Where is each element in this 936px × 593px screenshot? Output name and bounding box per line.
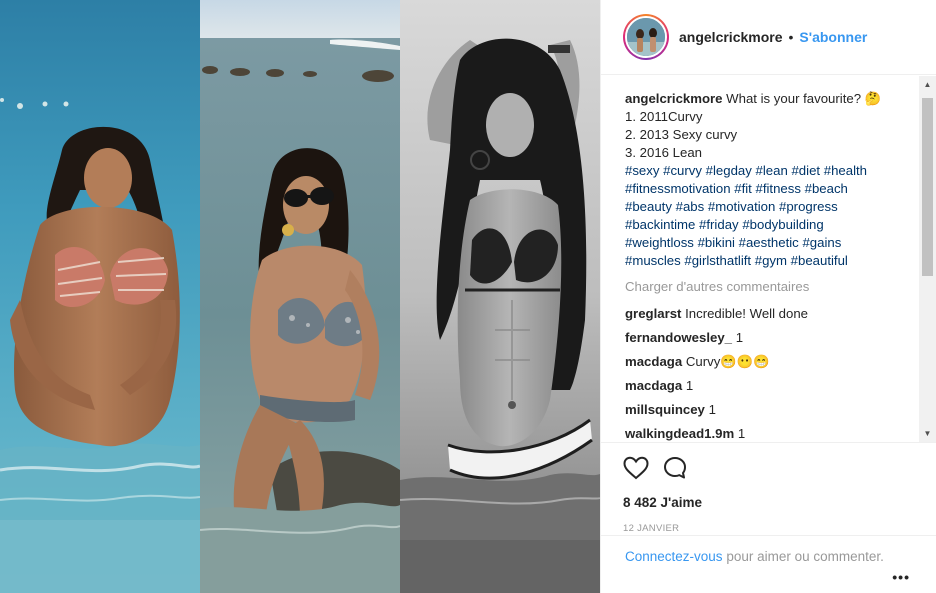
hashtag[interactable]: #muscles bbox=[625, 253, 681, 268]
post-date: 12 JANVIER bbox=[623, 523, 680, 534]
comment-username[interactable]: fernandowesley_ bbox=[625, 330, 732, 345]
comment-text: 1 bbox=[737, 426, 746, 441]
comments-scrollbar[interactable]: ▲ ▼ bbox=[919, 76, 936, 442]
comments-panel[interactable]: angelcrickmore What is your favourite? 🤔… bbox=[601, 76, 936, 442]
comment-username[interactable]: macdaga bbox=[625, 354, 682, 369]
hashtag[interactable]: #lean bbox=[756, 163, 788, 178]
comment-username[interactable]: greglarst bbox=[625, 306, 681, 321]
hashtag[interactable]: #health bbox=[824, 163, 867, 178]
hashtag[interactable]: #fitness bbox=[756, 181, 801, 196]
hashtag[interactable]: #sexy bbox=[625, 163, 659, 178]
caption-username[interactable]: angelcrickmore bbox=[625, 91, 723, 106]
hashtag[interactable]: #backintime bbox=[625, 217, 695, 232]
hashtag[interactable]: #friday bbox=[699, 217, 739, 232]
hashtag[interactable]: #fitnessmotivation bbox=[625, 181, 731, 196]
comment-text: 1 bbox=[685, 378, 694, 393]
hashtag[interactable]: #beauty bbox=[625, 199, 672, 214]
load-more-comments[interactable]: Charger d'autres commentaires bbox=[601, 270, 936, 298]
comment-list: greglarst Incredible! Well done fernando… bbox=[601, 298, 936, 442]
hashtag[interactable]: #beach bbox=[805, 181, 848, 196]
action-icons bbox=[623, 453, 936, 483]
photo-panel-2011 bbox=[0, 0, 200, 593]
comment-username[interactable]: macdaga bbox=[625, 378, 682, 393]
comment-text: Curvy😁😶😁 bbox=[685, 354, 770, 369]
follow-button[interactable]: S'abonner bbox=[799, 29, 867, 45]
hashtag[interactable]: #fit bbox=[734, 181, 752, 196]
caption-line: 2. 2013 Sexy curvy bbox=[625, 127, 738, 142]
hashtag[interactable]: #legday bbox=[706, 163, 752, 178]
hashtag[interactable]: #gains bbox=[802, 235, 841, 250]
comment-text: Incredible! Well done bbox=[685, 306, 809, 321]
comment-text: 1 bbox=[708, 402, 716, 417]
post-modal: angelcrickmore • S'abonner angelcrickmor… bbox=[0, 0, 936, 593]
hashtag[interactable]: #bodybuilding bbox=[742, 217, 823, 232]
login-prompt-text: pour aimer ou commenter. bbox=[722, 549, 884, 564]
avatar[interactable] bbox=[625, 16, 667, 58]
likes-count[interactable]: 8 482 J'aime bbox=[623, 495, 936, 510]
hashtag[interactable]: #abs bbox=[676, 199, 705, 214]
comment: walkingdead1.9m 1 bbox=[601, 422, 936, 442]
comment-username[interactable]: millsquincey bbox=[625, 402, 705, 417]
comment: macdaga Curvy😁😶😁 bbox=[601, 350, 936, 374]
header-username[interactable]: angelcrickmore bbox=[679, 29, 783, 45]
scroll-up-icon[interactable]: ▲ bbox=[919, 76, 936, 93]
comment: fernandowesley_ 1 bbox=[601, 326, 936, 350]
scroll-down-icon[interactable]: ▼ bbox=[919, 425, 936, 442]
hashtag[interactable]: #gym bbox=[755, 253, 787, 268]
photo-panel-2013 bbox=[200, 0, 400, 593]
hashtag[interactable]: #weightloss bbox=[625, 235, 694, 250]
story-ring[interactable] bbox=[623, 14, 669, 60]
comment-text: 1 bbox=[735, 330, 744, 345]
more-options-icon[interactable]: ••• bbox=[892, 569, 910, 585]
header-separator: • bbox=[788, 29, 794, 45]
comment: millsquincey 1 bbox=[601, 398, 936, 422]
caption-line: 3. 2016 Lean bbox=[625, 145, 703, 160]
post-sidebar: angelcrickmore • S'abonner angelcrickmor… bbox=[600, 0, 936, 593]
comment: greglarst Incredible! Well done bbox=[601, 302, 936, 326]
hashtag[interactable]: #motivation bbox=[708, 199, 775, 214]
hashtag[interactable]: #curvy bbox=[663, 163, 702, 178]
scrollbar-thumb[interactable] bbox=[922, 98, 933, 276]
post-photo[interactable] bbox=[0, 0, 600, 593]
caption-line: 1. 2011Curvy bbox=[625, 109, 703, 124]
caption: angelcrickmore What is your favourite? 🤔… bbox=[601, 76, 936, 270]
heart-icon[interactable] bbox=[623, 456, 649, 480]
login-link[interactable]: Connectez-vous bbox=[625, 549, 723, 564]
hashtag[interactable]: #aesthetic bbox=[739, 235, 799, 250]
hashtag[interactable]: #beautiful bbox=[791, 253, 848, 268]
hashtag[interactable]: #bikini bbox=[698, 235, 735, 250]
comment-username[interactable]: walkingdead1.9m bbox=[625, 426, 734, 441]
photo-panel-2016 bbox=[400, 0, 600, 593]
login-prompt: Connectez-vous pour aimer ou commenter. bbox=[601, 535, 936, 593]
comment: macdaga 1 bbox=[601, 374, 936, 398]
post-header: angelcrickmore • S'abonner bbox=[601, 0, 936, 75]
comment-icon[interactable] bbox=[663, 456, 687, 480]
hashtag[interactable]: #diet bbox=[791, 163, 820, 178]
post-actions: 8 482 J'aime 12 JANVIER bbox=[601, 442, 936, 534]
hashtag[interactable]: #girlsthatlift bbox=[684, 253, 751, 268]
caption-line: What is your favourite? 🤔 bbox=[726, 91, 882, 106]
hashtag[interactable]: #progress bbox=[779, 199, 838, 214]
